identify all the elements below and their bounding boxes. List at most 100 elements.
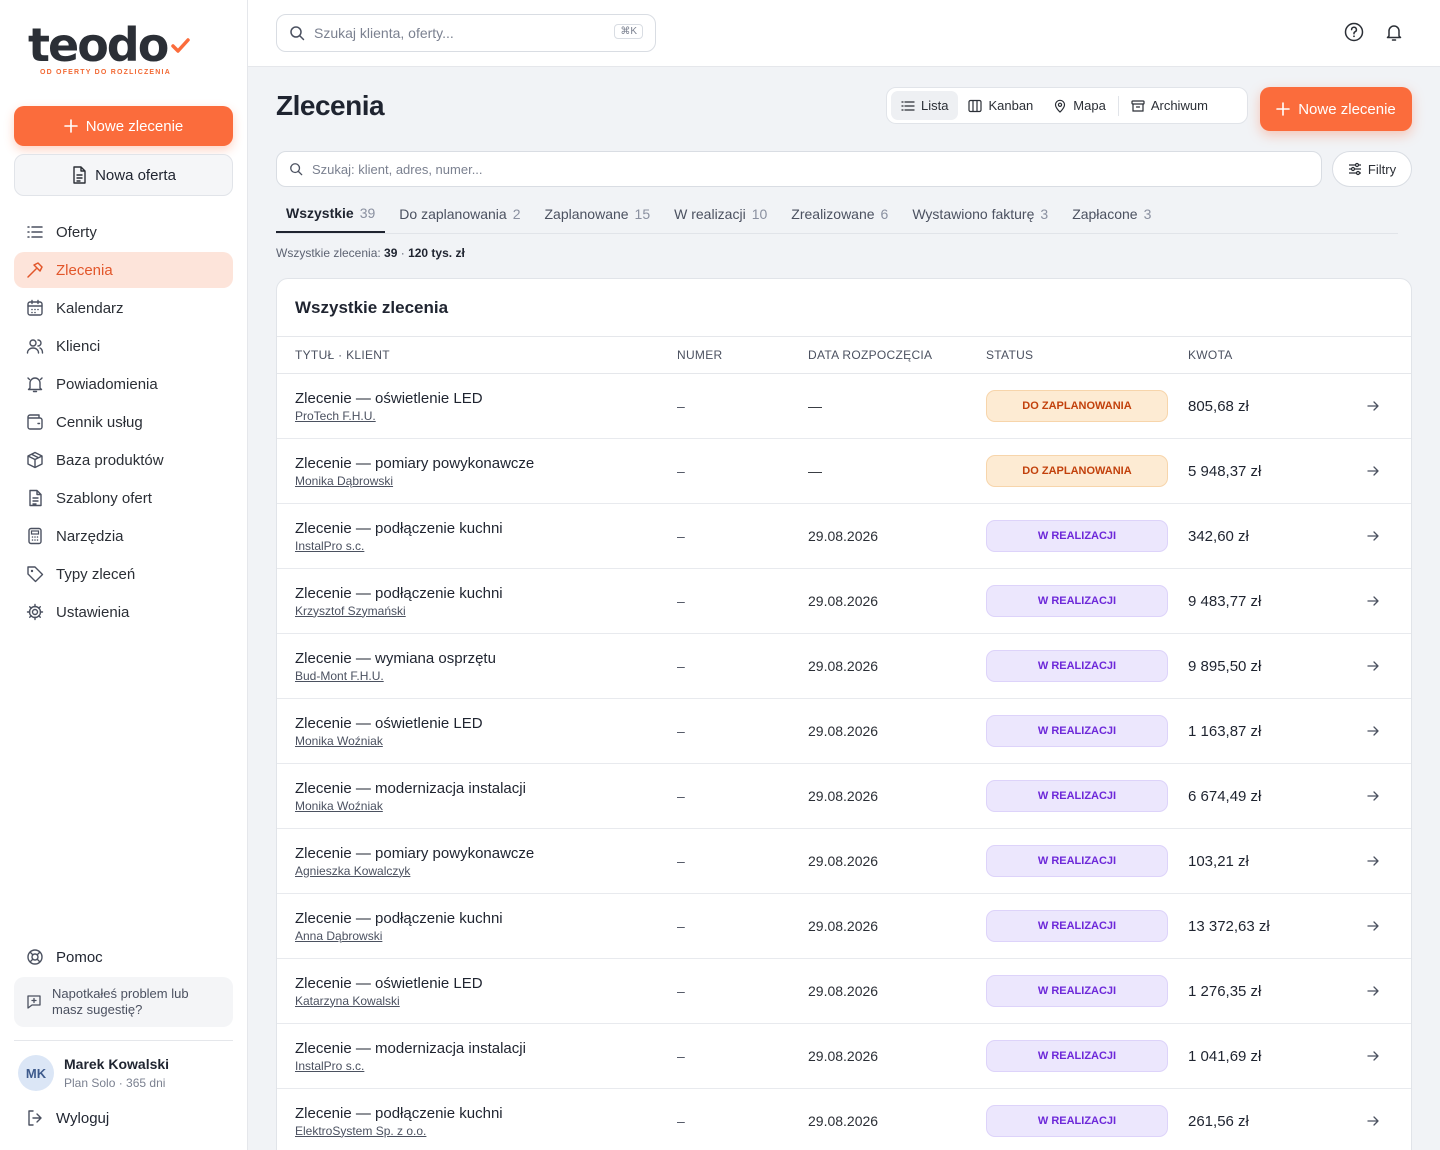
order-title[interactable]: Zlecenie — podłączenie kuchni: [295, 520, 677, 537]
status-badge[interactable]: W REALIZACJI: [986, 715, 1168, 747]
view-list[interactable]: Lista: [891, 91, 959, 120]
table-row[interactable]: Zlecenie — pomiary powykonawcze Monika Dą…: [277, 439, 1411, 504]
client-link[interactable]: Monika Dąbrowski: [295, 474, 677, 488]
bell-icon[interactable]: [1384, 22, 1404, 42]
order-title[interactable]: Zlecenie — oświetlenie LED: [295, 715, 677, 732]
view-kanban[interactable]: Kanban: [958, 91, 1043, 120]
logout-button[interactable]: Wyloguj: [14, 1100, 109, 1136]
table-row[interactable]: Zlecenie — podłączenie kuchni InstalPro s…: [277, 504, 1411, 569]
order-title[interactable]: Zlecenie — modernizacja instalacji: [295, 780, 677, 797]
arrow-right-icon[interactable]: [1366, 854, 1380, 868]
client-link[interactable]: Anna Dąbrowski: [295, 929, 677, 943]
new-offer-button[interactable]: Nowa oferta: [14, 154, 233, 196]
status-badge[interactable]: W REALIZACJI: [986, 650, 1168, 682]
arrow-right-icon[interactable]: [1366, 529, 1380, 543]
order-title[interactable]: Zlecenie — oświetlenie LED: [295, 975, 677, 992]
order-title[interactable]: Zlecenie — podłączenie kuchni: [295, 910, 677, 927]
help-circle-icon[interactable]: [1344, 22, 1364, 42]
sidebar-item-narzedzia[interactable]: Narzędzia: [14, 518, 233, 554]
arrow-right-icon[interactable]: [1366, 1049, 1380, 1063]
sidebar-item-powiadomienia[interactable]: Powiadomienia: [14, 366, 233, 402]
sidebar-item-cennik[interactable]: Cennik usług: [14, 404, 233, 440]
sidebar-item-szablony[interactable]: Szablony ofert: [14, 480, 233, 516]
client-link[interactable]: ElektroSystem Sp. z o.o.: [295, 1124, 677, 1138]
status-badge[interactable]: W REALIZACJI: [986, 585, 1168, 617]
table-row[interactable]: Zlecenie — pomiary powykonawcze Agnieszka…: [277, 829, 1411, 894]
sidebar-item-ustawienia[interactable]: Ustawienia: [14, 594, 233, 630]
order-title[interactable]: Zlecenie — pomiary powykonawcze: [295, 845, 677, 862]
column-header-title[interactable]: TYTUŁ · KLIENT: [277, 348, 677, 362]
tab-zaplanowane[interactable]: Zaplanowane 15: [534, 195, 660, 233]
sidebar-item-typy-zlecen[interactable]: Typy zleceń: [14, 556, 233, 592]
status-badge[interactable]: W REALIZACJI: [986, 910, 1168, 942]
order-title[interactable]: Zlecenie — podłączenie kuchni: [295, 1105, 677, 1122]
sidebar-item-zlecenia[interactable]: Zlecenia: [14, 252, 233, 288]
sidebar-item-baza-produktow[interactable]: Baza produktów: [14, 442, 233, 478]
view-archive[interactable]: Archiwum: [1121, 91, 1218, 120]
order-title[interactable]: Zlecenie — modernizacja instalacji: [295, 1040, 677, 1057]
arrow-right-icon[interactable]: [1366, 724, 1380, 738]
column-header-amount[interactable]: KWOTA: [1188, 348, 1348, 362]
table-row[interactable]: Zlecenie — modernizacja instalacji Monika…: [277, 764, 1411, 829]
table-row[interactable]: Zlecenie — wymiana osprzętu Bud-Mont F.H.…: [277, 634, 1411, 699]
column-header-number[interactable]: NUMER: [677, 348, 808, 362]
table-row[interactable]: Zlecenie — oświetlenie LED ProTech F.H.U.…: [277, 374, 1411, 439]
order-title[interactable]: Zlecenie — podłączenie kuchni: [295, 585, 677, 602]
arrow-right-icon[interactable]: [1366, 789, 1380, 803]
sidebar-item-oferty[interactable]: Oferty: [14, 214, 233, 250]
column-header-status[interactable]: STATUS: [986, 348, 1188, 362]
tab-do-zaplanowania[interactable]: Do zaplanowania 2: [389, 195, 530, 233]
view-map[interactable]: Mapa: [1043, 91, 1116, 120]
brand-logo[interactable]: teodo OD OFERTY DO ROZLICZENIA: [28, 22, 190, 82]
list-search[interactable]: [276, 151, 1322, 187]
arrow-right-icon[interactable]: [1366, 594, 1380, 608]
status-badge[interactable]: W REALIZACJI: [986, 1105, 1168, 1137]
column-header-start-date[interactable]: DATA ROZPOCZĘCIA: [808, 348, 986, 362]
status-badge[interactable]: W REALIZACJI: [986, 845, 1168, 877]
order-title[interactable]: Zlecenie — oświetlenie LED: [295, 390, 677, 407]
client-link[interactable]: Bud-Mont F.H.U.: [295, 669, 677, 683]
status-badge[interactable]: DO ZAPLANOWANIA: [986, 390, 1168, 422]
list-search-input[interactable]: [312, 161, 1212, 177]
arrow-right-icon[interactable]: [1366, 399, 1380, 413]
sidebar-item-kalendarz[interactable]: Kalendarz: [14, 290, 233, 326]
global-search-input[interactable]: [314, 25, 604, 41]
table-row[interactable]: Zlecenie — podłączenie kuchni Krzysztof S…: [277, 569, 1411, 634]
arrow-right-icon[interactable]: [1366, 659, 1380, 673]
table-row[interactable]: Zlecenie — podłączenie kuchni Anna Dąbrow…: [277, 894, 1411, 959]
client-link[interactable]: Katarzyna Kowalski: [295, 994, 677, 1008]
header-new-order-button[interactable]: Nowe zlecenie: [1260, 87, 1412, 131]
client-link[interactable]: Krzysztof Szymański: [295, 604, 677, 618]
client-link[interactable]: Agnieszka Kowalczyk: [295, 864, 677, 878]
user-profile[interactable]: MK Marek Kowalski Plan Solo · 365 dni: [18, 1055, 169, 1091]
table-row[interactable]: Zlecenie — podłączenie kuchni ElektroSyst…: [277, 1089, 1411, 1150]
client-link[interactable]: InstalPro s.c.: [295, 1059, 677, 1073]
status-badge[interactable]: W REALIZACJI: [986, 975, 1168, 1007]
tab-zrealizowane[interactable]: Zrealizowane 6: [781, 195, 898, 233]
tab-wszystkie[interactable]: Wszystkie 39: [276, 195, 386, 233]
client-link[interactable]: InstalPro s.c.: [295, 539, 677, 553]
table-row[interactable]: Zlecenie — modernizacja instalacji Instal…: [277, 1024, 1411, 1089]
filters-button[interactable]: Filtry: [1332, 151, 1412, 187]
tab-wystawiono-fakture[interactable]: Wystawiono fakturę 3: [902, 195, 1058, 233]
client-link[interactable]: Monika Woźniak: [295, 799, 677, 813]
new-order-button[interactable]: Nowe zlecenie: [14, 106, 233, 146]
table-row[interactable]: Zlecenie — oświetlenie LED Katarzyna Kowa…: [277, 959, 1411, 1024]
arrow-right-icon[interactable]: [1366, 464, 1380, 478]
status-badge[interactable]: W REALIZACJI: [986, 780, 1168, 812]
global-search[interactable]: ⌘K: [276, 14, 656, 52]
arrow-right-icon[interactable]: [1366, 1114, 1380, 1128]
status-badge[interactable]: DO ZAPLANOWANIA: [986, 455, 1168, 487]
arrow-right-icon[interactable]: [1366, 984, 1380, 998]
table-row[interactable]: Zlecenie — oświetlenie LED Monika Woźniak…: [277, 699, 1411, 764]
arrow-right-icon[interactable]: [1366, 919, 1380, 933]
feedback-button[interactable]: Napotkałeś problem lub masz sugestię?: [14, 977, 233, 1027]
tab-zaplacone[interactable]: Zapłacone 3: [1062, 195, 1161, 233]
client-link[interactable]: ProTech F.H.U.: [295, 409, 677, 423]
sidebar-item-klienci[interactable]: Klienci: [14, 328, 233, 364]
help-link[interactable]: Pomoc: [14, 939, 233, 975]
order-title[interactable]: Zlecenie — wymiana osprzętu: [295, 650, 677, 667]
tab-w-realizacji[interactable]: W realizacji 10: [664, 195, 777, 233]
status-badge[interactable]: W REALIZACJI: [986, 1040, 1168, 1072]
order-title[interactable]: Zlecenie — pomiary powykonawcze: [295, 455, 677, 472]
